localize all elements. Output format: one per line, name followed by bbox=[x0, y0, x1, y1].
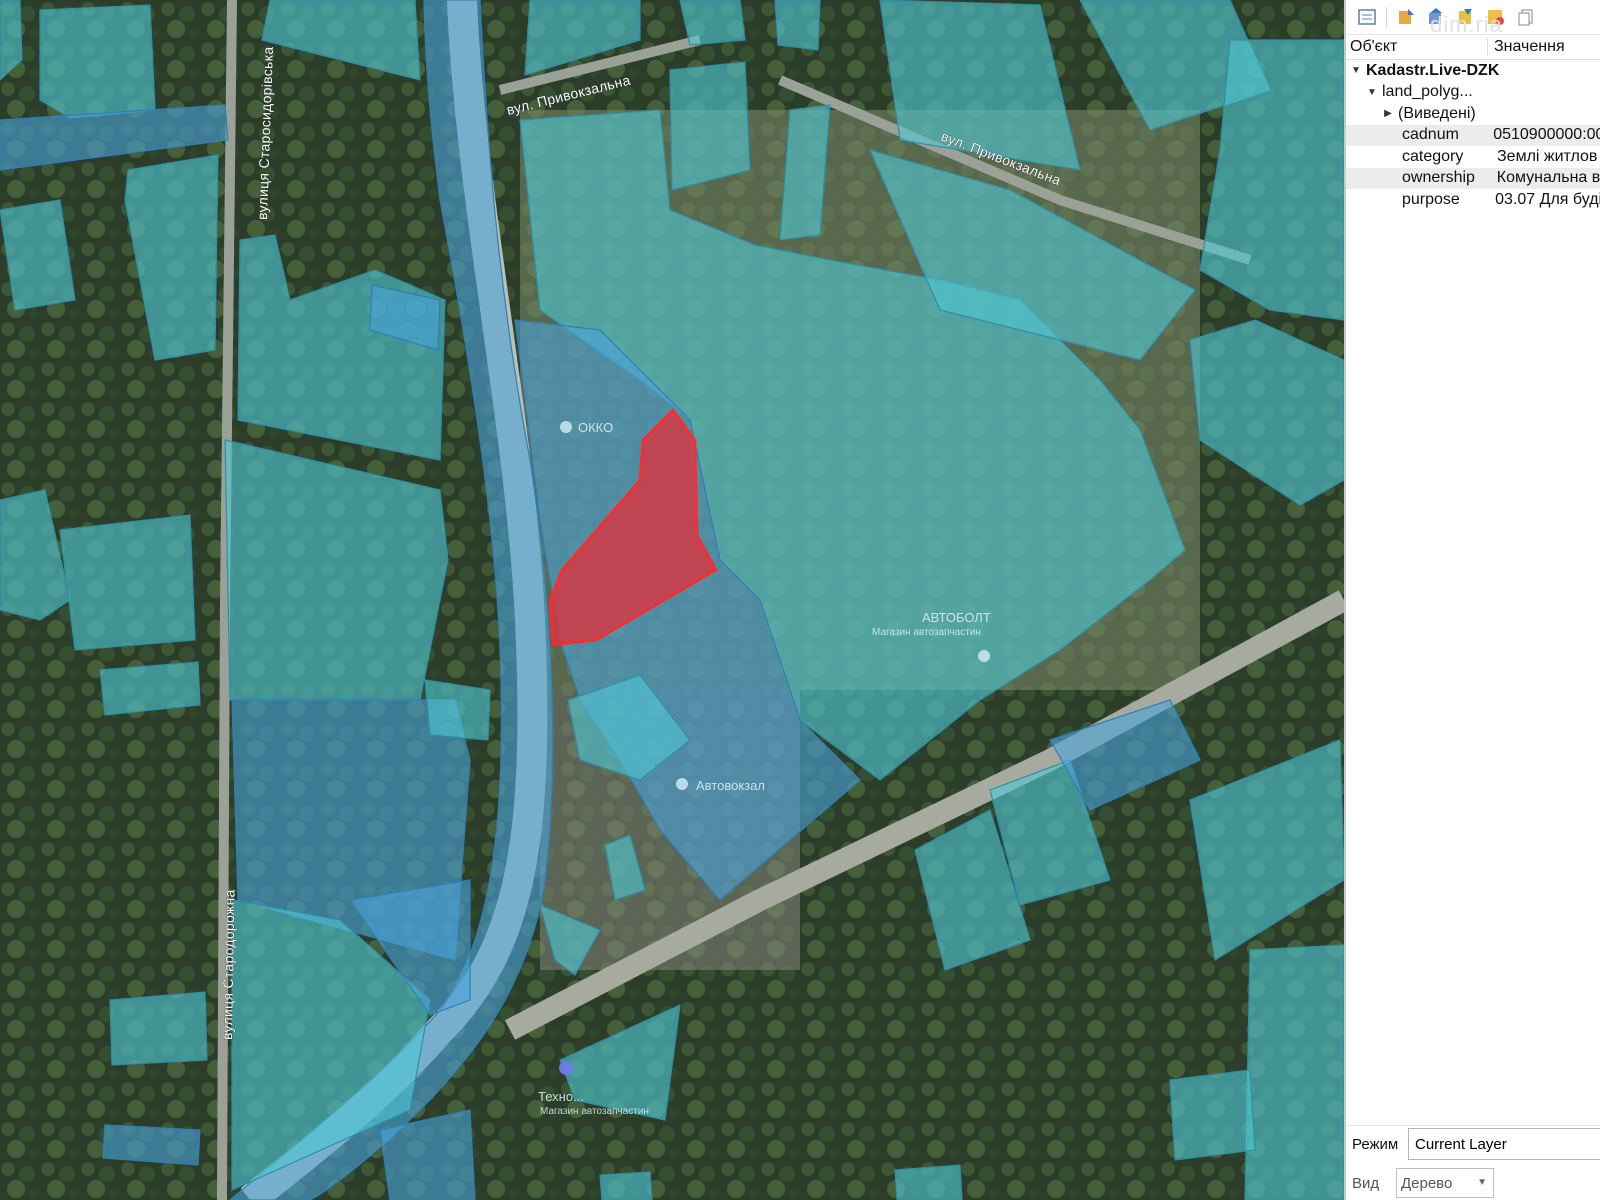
parcel-top-2[interactable] bbox=[679, 0, 746, 46]
mode-bar: Режим Current Layer bbox=[1346, 1125, 1600, 1162]
attribute-row[interactable]: purpose 03.07 Для буді bbox=[1346, 189, 1600, 211]
tree-derived-row[interactable]: ▶ (Виведені) bbox=[1346, 103, 1600, 125]
tree-header: Об'єкт Значення bbox=[1346, 35, 1600, 60]
map-canvas[interactable]: вулиця Старосидорівська вул. Привокзальн… bbox=[0, 0, 1344, 1200]
street-label-starodorozhna: вулиця Стародорожна bbox=[219, 889, 238, 1040]
copy-icon[interactable] bbox=[1515, 6, 1537, 28]
view-bar: Вид Дерево ▼ bbox=[1346, 1166, 1600, 1200]
collapse-all-icon[interactable] bbox=[1395, 6, 1417, 28]
parcel-top-4[interactable] bbox=[669, 61, 751, 191]
poi-avtovokzal-label: Автовокзал bbox=[696, 778, 765, 793]
poi-okko-label: ОККО bbox=[578, 420, 613, 435]
tree-layer-row[interactable]: ▼ Kadastr.Live-DZK bbox=[1346, 60, 1600, 82]
view-select-value: Дерево bbox=[1401, 1174, 1453, 1192]
chevron-down-icon[interactable]: ▼ bbox=[1350, 65, 1362, 76]
parcel-south-7[interactable] bbox=[1244, 944, 1344, 1200]
attribute-value: Комунальна в bbox=[1496, 169, 1600, 187]
column-object[interactable]: Об'єкт bbox=[1346, 38, 1488, 56]
layer-name: Kadastr.Live-DZK bbox=[1366, 61, 1500, 79]
attribute-key: purpose bbox=[1402, 190, 1460, 208]
parcel-south-8[interactable] bbox=[1169, 1069, 1256, 1161]
identify-toolbar: dim.ria bbox=[1346, 0, 1600, 37]
parcel-left-10[interactable] bbox=[102, 1124, 201, 1166]
attribute-key: ownership bbox=[1402, 169, 1475, 187]
sublayer-name: land_polyg... bbox=[1382, 83, 1473, 101]
attribute-row[interactable]: cadnum 0510900000:00 bbox=[1346, 124, 1600, 146]
parcel-south-9[interactable] bbox=[894, 1164, 963, 1200]
poi-avtobolt-label: АВТОБОЛТ bbox=[922, 610, 991, 625]
expand-all-icon[interactable] bbox=[1356, 6, 1378, 28]
results-tree: ▼ Kadastr.Live-DZK ▼ land_polyg... ▶ (Ви… bbox=[1346, 60, 1600, 211]
chevron-right-icon[interactable]: ▶ bbox=[1382, 108, 1394, 119]
attribute-key: category bbox=[1402, 147, 1464, 165]
poi-avtobolt-icon bbox=[978, 650, 990, 662]
toolbar-separator bbox=[1386, 7, 1387, 27]
parcel-left-8[interactable] bbox=[99, 661, 201, 716]
poi-tekhno-icon bbox=[559, 1061, 573, 1075]
watermark: dim.ria bbox=[1430, 12, 1504, 37]
poi-okko-icon bbox=[560, 421, 572, 433]
parcel-left-9[interactable] bbox=[109, 991, 208, 1066]
attribute-value: Землі житлов bbox=[1497, 147, 1598, 165]
tree-sublayer-row[interactable]: ▼ land_polyg... bbox=[1346, 82, 1600, 104]
attribute-row[interactable]: ownership Комунальна в bbox=[1346, 167, 1600, 189]
attribute-value: 03.07 Для буді bbox=[1495, 190, 1600, 208]
poi-tekhno-label: Техно... bbox=[538, 1089, 584, 1104]
view-label: Вид bbox=[1352, 1174, 1380, 1192]
chevron-down-icon[interactable]: ▼ bbox=[1366, 87, 1378, 98]
mode-select[interactable]: Current Layer bbox=[1408, 1128, 1600, 1160]
column-value[interactable]: Значення bbox=[1488, 38, 1565, 56]
attribute-key: cadnum bbox=[1402, 126, 1459, 144]
chevron-down-icon: ▼ bbox=[1477, 1177, 1487, 1188]
parcel-south-11[interactable] bbox=[599, 1171, 653, 1200]
parcel-top-3[interactable] bbox=[774, 0, 821, 51]
poi-avtobolt-sublabel: Магазин автозапчастин bbox=[872, 627, 981, 638]
view-select[interactable]: Дерево ▼ bbox=[1396, 1168, 1494, 1198]
poi-avtovokzal-icon bbox=[676, 778, 688, 790]
attribute-value: 0510900000:00 bbox=[1493, 126, 1600, 144]
derived-label: (Виведені) bbox=[1398, 104, 1476, 122]
mode-label: Режим bbox=[1352, 1135, 1399, 1153]
parcel-midleft-8[interactable] bbox=[424, 679, 491, 741]
parcel-left-2[interactable] bbox=[39, 4, 156, 119]
parcel-left-7[interactable] bbox=[59, 514, 196, 651]
identify-results-panel: dim.ria Об'єкт Значення ▼ Kadastr.Live-D… bbox=[1344, 0, 1600, 1200]
poi-tekhno-sublabel: Магазин автозапчастин bbox=[540, 1106, 649, 1117]
attribute-row[interactable]: category Землі житлов bbox=[1346, 146, 1600, 168]
